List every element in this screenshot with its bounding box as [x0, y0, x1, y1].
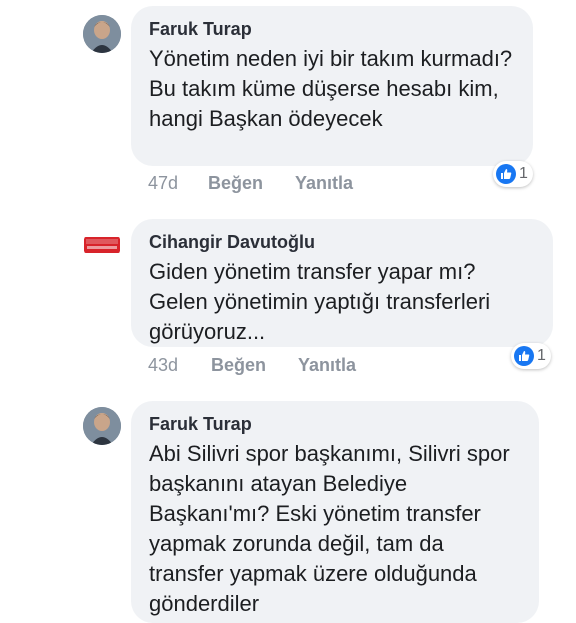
comment-text: Abi Silivri spor başkanımı, Silivri spor…	[149, 441, 510, 616]
comment-bubble: Cihangir Davutoğlu Giden yönetim transfe…	[131, 219, 553, 347]
reaction-number: 1	[537, 347, 546, 364]
comment-time[interactable]: 43d	[148, 355, 178, 376]
comment-bubble: Faruk Turap Abi Silivri spor başkanımı, …	[131, 401, 539, 623]
reaction-count[interactable]: 1	[493, 161, 533, 187]
avatar-cihangir-davutoglu[interactable]	[83, 226, 121, 264]
reply-link[interactable]: Yanıtla	[295, 173, 353, 194]
avatar-faruk-turap[interactable]	[83, 407, 121, 445]
avatar-faruk-turap[interactable]	[83, 15, 121, 53]
reaction-number: 1	[519, 165, 528, 182]
reply-link[interactable]: Yanıtla	[298, 355, 356, 376]
comment-bubble: Faruk Turap Yönetim neden iyi bir takım …	[131, 6, 533, 166]
comment-text: Yönetim neden iyi bir takım kurmadı? Bu …	[149, 46, 513, 131]
comment-text: Giden yönetim transfer yapar mı? Gelen y…	[149, 259, 491, 344]
comment-time[interactable]: 47d	[148, 173, 178, 194]
thumbs-up-icon	[514, 346, 534, 366]
comment-author[interactable]: Faruk Turap	[149, 18, 515, 40]
comment-author[interactable]: Faruk Turap	[149, 413, 521, 435]
like-link[interactable]: Beğen	[208, 173, 263, 194]
site-logo-avatar	[83, 226, 121, 264]
like-link[interactable]: Beğen	[211, 355, 266, 376]
thumbs-up-icon	[496, 164, 516, 184]
reaction-count[interactable]: 1	[511, 343, 551, 369]
comment-author[interactable]: Cihangir Davutoğlu	[149, 231, 535, 253]
